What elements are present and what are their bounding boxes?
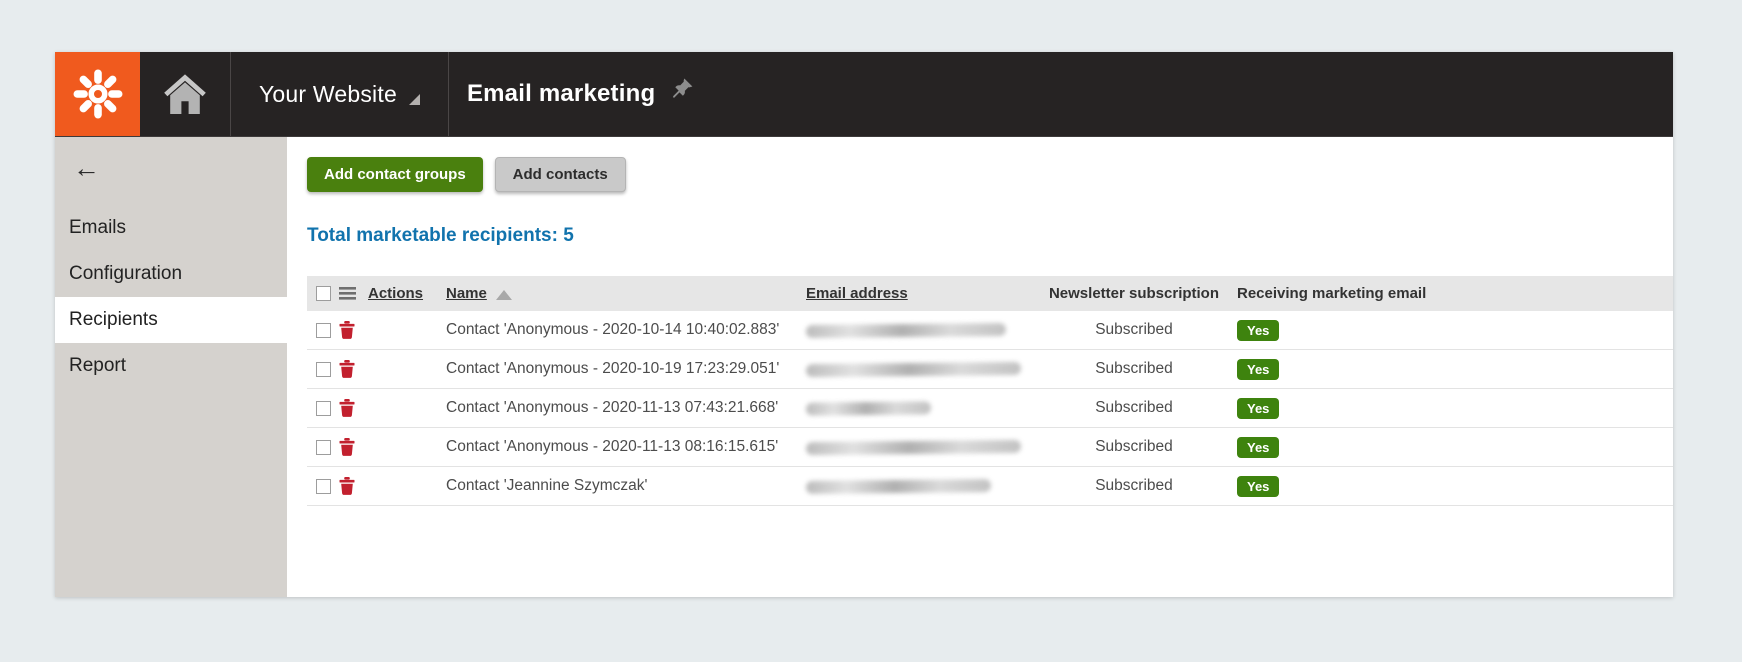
contact-name: Contact 'Anonymous - 2020-10-14 10:40:02…: [446, 321, 780, 338]
row-checkbox[interactable]: [316, 439, 331, 455]
row-checkbox[interactable]: [316, 478, 331, 494]
column-header-name[interactable]: Name: [446, 285, 487, 302]
delete-icon[interactable]: [339, 360, 355, 378]
column-header-newsletter: Newsletter subscription: [1048, 285, 1220, 302]
sidebar-item-label: Configuration: [69, 263, 183, 284]
select-all-checkbox[interactable]: [316, 286, 331, 301]
site-selector-caret-icon: [408, 93, 420, 105]
table-row: Contact 'Anonymous - 2020-11-13 07:43:21…: [307, 389, 1673, 428]
home-icon: [161, 72, 209, 116]
column-header-actions[interactable]: Actions: [368, 285, 423, 302]
home-button[interactable]: [140, 52, 230, 136]
contact-name: Contact 'Anonymous - 2020-11-13 08:16:15…: [446, 438, 779, 455]
newsletter-status: Subscribed: [1095, 438, 1173, 455]
table-row: Contact 'Anonymous - 2020-10-14 10:40:02…: [307, 311, 1673, 350]
sidebar: ← Emails Configuration Recipients Report: [55, 137, 287, 597]
recipients-table: Actions Name Email address Newsletter su…: [307, 276, 1673, 506]
application-title: Email marketing: [466, 80, 656, 107]
sidebar-item-recipients[interactable]: Recipients: [55, 297, 287, 343]
sort-ascending-icon: [495, 289, 512, 300]
newsletter-status: Subscribed: [1095, 321, 1173, 338]
redacted-email: [806, 322, 1006, 338]
back-arrow-icon[interactable]: ←: [55, 153, 100, 183]
column-header-receiving: Receiving marketing email: [1237, 285, 1427, 302]
contact-name: Contact 'Anonymous - 2020-11-13 07:43:21…: [446, 399, 779, 416]
redacted-email: [806, 478, 991, 494]
menu-icon[interactable]: [339, 287, 356, 300]
app-window: Your Website Email marketing ← Emails Co…: [55, 52, 1673, 597]
table-header-row: Actions Name Email address Newsletter su…: [307, 276, 1673, 311]
table-row: Contact 'Anonymous - 2020-10-19 17:23:29…: [307, 350, 1673, 389]
sidebar-item-configuration[interactable]: Configuration: [55, 251, 287, 297]
table-row: Contact 'Jeannine Szymczak' Subscribed Y…: [307, 467, 1673, 506]
row-checkbox[interactable]: [316, 361, 331, 377]
total-recipients-summary: Total marketable recipients: 5: [307, 225, 574, 246]
column-header-email[interactable]: Email address: [806, 285, 908, 302]
sidebar-menu: Emails Configuration Recipients Report: [55, 205, 287, 389]
add-contact-groups-button[interactable]: Add contact groups: [307, 157, 483, 192]
kentico-logo-button[interactable]: [55, 52, 140, 136]
row-checkbox[interactable]: [316, 400, 331, 416]
row-checkbox[interactable]: [316, 322, 331, 338]
sidebar-item-label: Report: [69, 355, 127, 376]
redacted-email: [806, 361, 1021, 377]
site-selector-label: Your Website: [259, 80, 397, 107]
newsletter-status: Subscribed: [1095, 399, 1173, 416]
newsletter-status: Subscribed: [1095, 360, 1173, 377]
add-contacts-button[interactable]: Add contacts: [494, 157, 626, 192]
sidebar-item-report[interactable]: Report: [55, 343, 287, 389]
table-row: Contact 'Anonymous - 2020-11-13 08:16:15…: [307, 428, 1673, 467]
receiving-badge: Yes: [1237, 475, 1280, 497]
receiving-badge: Yes: [1237, 358, 1280, 380]
kentico-flower-icon: [71, 67, 125, 121]
sidebar-item-label: Recipients: [69, 309, 158, 330]
sidebar-item-emails[interactable]: Emails: [55, 205, 287, 251]
pin-icon[interactable]: [669, 77, 695, 108]
contact-name: Contact 'Anonymous - 2020-10-19 17:23:29…: [446, 360, 780, 377]
delete-icon[interactable]: [339, 477, 355, 495]
delete-icon[interactable]: [339, 321, 355, 339]
delete-icon[interactable]: [339, 399, 355, 417]
delete-icon[interactable]: [339, 438, 355, 456]
table-body: Contact 'Anonymous - 2020-10-14 10:40:02…: [307, 311, 1673, 506]
receiving-badge: Yes: [1237, 397, 1280, 419]
redacted-email: [806, 400, 931, 416]
receiving-badge: Yes: [1237, 436, 1280, 458]
top-bar: Your Website Email marketing: [55, 52, 1673, 137]
site-selector[interactable]: Your Website: [231, 52, 448, 136]
redacted-email: [806, 439, 1021, 455]
application-title-block: Email marketing: [449, 52, 713, 136]
contact-name: Contact 'Jeannine Szymczak': [446, 477, 648, 494]
receiving-badge: Yes: [1237, 319, 1280, 341]
sidebar-item-label: Emails: [69, 217, 127, 238]
newsletter-status: Subscribed: [1095, 477, 1173, 494]
main-content: Add contact groups Add contacts Total ma…: [287, 137, 1673, 597]
